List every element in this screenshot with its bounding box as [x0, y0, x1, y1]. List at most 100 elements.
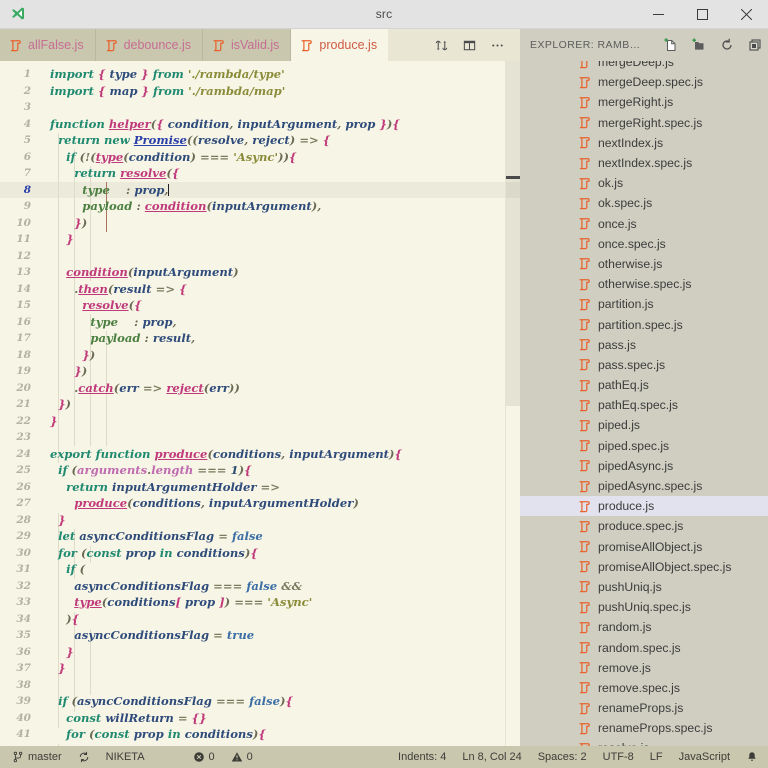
line-content[interactable]: return inputArgumentHolder => — [42, 479, 280, 496]
more-actions-icon[interactable] — [484, 32, 510, 58]
code-line[interactable]: 9 payload : condition(inputArgument), — [0, 198, 520, 215]
code-line[interactable]: 32 asyncConditionsFlag === false && — [0, 578, 520, 595]
line-content[interactable]: resolve({ — [42, 297, 141, 314]
line-content[interactable]: }) — [42, 396, 71, 413]
code-line[interactable]: 21 }) — [0, 396, 520, 413]
file-item[interactable]: pipedAsync.spec.js — [520, 476, 768, 496]
file-tree[interactable]: mergeDeep.js mergeDeep.spec.js mergeRight.… — [520, 61, 768, 746]
code-line[interactable]: 22} — [0, 413, 520, 430]
tab-isValid-js[interactable]: isValid.js — [203, 29, 292, 61]
tab-produce-js[interactable]: produce.js — [291, 29, 390, 61]
code-line[interactable]: 11 } — [0, 231, 520, 248]
new-folder-icon[interactable] — [686, 32, 712, 58]
line-content[interactable] — [42, 677, 50, 694]
scrollbar-thumb[interactable] — [506, 61, 520, 406]
code-line[interactable]: 28 } — [0, 512, 520, 529]
file-item[interactable]: random.spec.js — [520, 637, 768, 657]
line-content[interactable]: const willReturn = {} — [42, 710, 206, 727]
line-content[interactable]: willReturn[ prop ] = conditions[ prop ](… — [42, 743, 438, 747]
line-content[interactable] — [42, 99, 50, 116]
line-content[interactable]: let asyncConditionsFlag = false — [42, 528, 263, 545]
line-content[interactable]: }) — [42, 363, 87, 380]
code-line[interactable]: 4 function helper({ condition, inputArgum… — [0, 116, 520, 133]
code-line[interactable]: 1 import { type } from './rambda/type' — [0, 66, 520, 83]
code-line[interactable]: 29 let asyncConditionsFlag = false — [0, 528, 520, 545]
line-content[interactable]: asyncConditionsFlag === false && — [42, 578, 302, 595]
file-item[interactable]: random.js — [520, 617, 768, 637]
line-content[interactable]: payload : condition(inputArgument), — [42, 198, 321, 215]
code-line[interactable]: 3 — [0, 99, 520, 116]
file-item[interactable]: promiseAllObject.spec.js — [520, 557, 768, 577]
code-line[interactable]: 33 type(conditions[ prop ]) === 'Async' — [0, 594, 520, 611]
tab-debounce-js[interactable]: debounce.js — [95, 29, 203, 61]
file-item[interactable]: otherwise.js — [520, 254, 768, 274]
code-line[interactable]: 5 return new Promise((resolve, reject) =… — [0, 132, 520, 149]
line-content[interactable]: import { type } from './rambda/type' — [42, 66, 285, 83]
file-item[interactable]: pipedAsync.js — [520, 456, 768, 476]
minimize-button[interactable] — [636, 0, 680, 28]
code-line[interactable]: 35 asyncConditionsFlag = true — [0, 627, 520, 644]
line-content[interactable]: type : prop, — [42, 182, 170, 199]
new-file-icon[interactable] — [658, 32, 684, 58]
file-item[interactable]: nextIndex.js — [520, 133, 768, 153]
editor-vertical-scrollbar[interactable] — [506, 61, 520, 746]
line-content[interactable]: condition(inputArgument) — [42, 264, 238, 281]
file-item[interactable]: produce.js — [520, 496, 768, 517]
code-line[interactable]: 23 — [0, 429, 520, 446]
line-content[interactable]: } — [42, 644, 73, 661]
line-content[interactable]: }) — [42, 215, 87, 232]
line-content[interactable]: } — [42, 413, 57, 430]
code-line[interactable]: 16 type : prop, — [0, 314, 520, 331]
code-line[interactable]: 39 if (asyncConditionsFlag === false){ — [0, 693, 520, 710]
file-item[interactable]: pass.spec.js — [520, 355, 768, 375]
code-line[interactable]: 14 .then(result => { — [0, 281, 520, 298]
code-line[interactable]: 13 condition(inputArgument) — [0, 264, 520, 281]
code-line[interactable]: 40 const willReturn = {} — [0, 710, 520, 727]
file-item[interactable]: piped.js — [520, 415, 768, 435]
line-content[interactable]: type : prop, — [42, 314, 176, 331]
file-item[interactable]: pushUniq.spec.js — [520, 597, 768, 617]
file-item[interactable]: otherwise.spec.js — [520, 274, 768, 294]
status-indents[interactable]: Indents: 4 — [390, 746, 454, 768]
file-item[interactable]: mergeDeep.js — [520, 61, 768, 72]
status-errors[interactable]: 0 — [185, 746, 223, 768]
code-line[interactable]: 34 ){ — [0, 611, 520, 628]
status-spaces[interactable]: Spaces: 2 — [530, 746, 595, 768]
line-content[interactable]: for (const prop in conditions){ — [42, 545, 258, 562]
file-item[interactable]: once.spec.js — [520, 234, 768, 254]
code-line[interactable]: 36 } — [0, 644, 520, 661]
code-line[interactable]: 2 import { map } from './rambda/map' — [0, 83, 520, 100]
line-content[interactable]: return new Promise((resolve, reject) => … — [42, 132, 330, 149]
code-line[interactable]: 38 — [0, 677, 520, 694]
file-item[interactable]: remove.spec.js — [520, 678, 768, 698]
status-warnings[interactable]: 0 — [223, 746, 261, 768]
line-content[interactable] — [42, 429, 50, 446]
line-content[interactable]: return resolve({ — [42, 165, 179, 182]
code-line[interactable]: 37 } — [0, 660, 520, 677]
line-content[interactable]: function helper({ condition, inputArgume… — [42, 116, 400, 133]
code-line[interactable]: 8 type : prop, — [0, 181, 520, 199]
code-line[interactable]: 42 willReturn[ prop ] = conditions[ prop… — [0, 743, 520, 747]
split-sync-icon[interactable] — [428, 32, 454, 58]
file-item[interactable]: promiseAllObject.js — [520, 537, 768, 557]
code-line[interactable]: 7 return resolve({ — [0, 165, 520, 182]
code-line[interactable]: 12 — [0, 248, 520, 265]
file-item[interactable]: pathEq.js — [520, 375, 768, 395]
file-item[interactable]: pushUniq.js — [520, 577, 768, 597]
status-cursor-position[interactable]: Ln 8, Col 24 — [454, 746, 529, 768]
split-editor-icon[interactable] — [456, 32, 482, 58]
file-item[interactable]: resolve.js — [520, 738, 768, 746]
file-item[interactable]: renameProps.spec.js — [520, 718, 768, 738]
file-item[interactable]: nextIndex.spec.js — [520, 153, 768, 173]
file-item[interactable]: partition.js — [520, 294, 768, 314]
code-line[interactable]: 27 produce(conditions, inputArgumentHold… — [0, 495, 520, 512]
code-line[interactable]: 24 export function produce(conditions, in… — [0, 446, 520, 463]
file-item[interactable]: renameProps.js — [520, 698, 768, 718]
status-sync[interactable] — [70, 746, 98, 768]
collapse-all-icon[interactable] — [742, 32, 768, 58]
code-line[interactable]: 19 }) — [0, 363, 520, 380]
file-item[interactable]: pass.js — [520, 335, 768, 355]
line-content[interactable]: ){ — [42, 611, 79, 628]
file-item[interactable]: produce.spec.js — [520, 516, 768, 536]
line-content[interactable]: produce(conditions, inputArgumentHolder) — [42, 495, 359, 512]
